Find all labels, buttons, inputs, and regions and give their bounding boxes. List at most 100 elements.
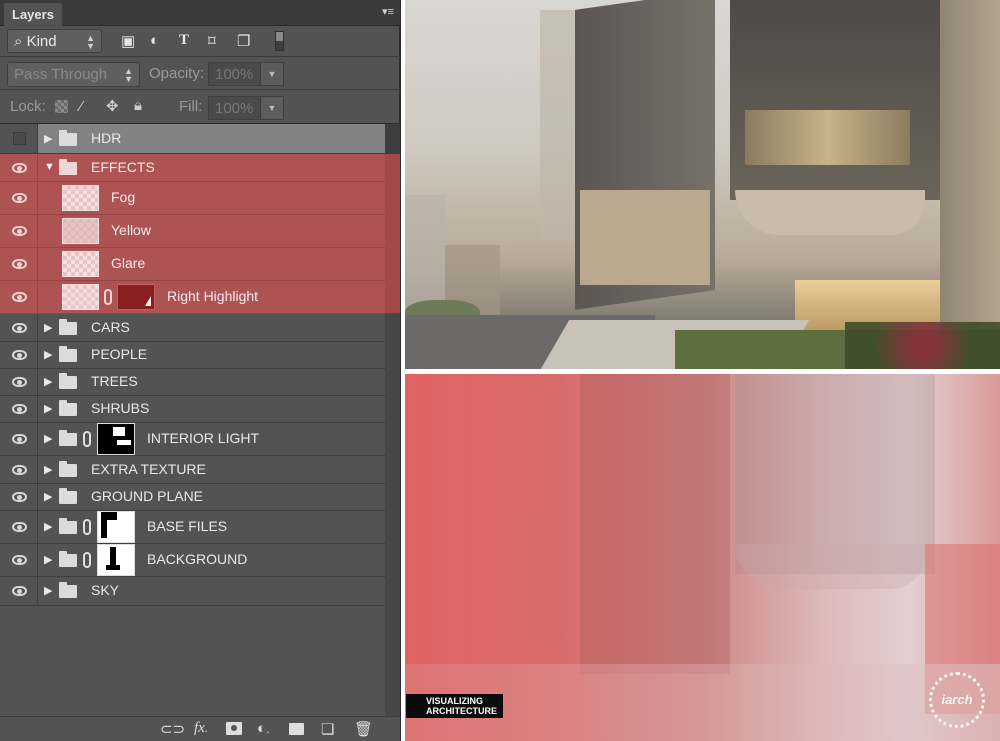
blend-mode-select[interactable]: Pass Through ▲ ▼ <box>7 62 140 87</box>
expand-arrow-icon[interactable]: ▶ <box>44 432 52 445</box>
lock-all-icon[interactable]: 🔒︎ <box>134 97 142 114</box>
layer-mask-thumbnail[interactable] <box>97 423 135 455</box>
right-building <box>940 0 1000 330</box>
visibility-toggle[interactable] <box>0 577 38 605</box>
layer-row-hdr[interactable]: ▶ HDR <box>0 124 385 154</box>
visibility-toggle[interactable] <box>0 423 38 455</box>
collapse-arrow-icon[interactable]: ▼ <box>44 161 55 173</box>
filter-toggle-switch[interactable] <box>275 31 284 51</box>
opacity-dropdown-button[interactable]: ▼ <box>260 62 284 86</box>
layer-row-fog[interactable]: Fog <box>0 182 385 215</box>
expand-arrow-icon[interactable]: ▶ <box>44 490 52 503</box>
toggle-knob <box>276 32 283 41</box>
fill-dropdown-button[interactable]: ▼ <box>260 96 284 120</box>
layer-row-right-highlight[interactable]: Right Highlight <box>0 281 385 314</box>
lock-transparency-icon[interactable] <box>55 100 68 113</box>
layer-name: Yellow <box>111 222 151 238</box>
layer-row-extra-texture[interactable]: ▶ EXTRA TEXTURE <box>0 456 385 484</box>
panel-menu-icon[interactable]: ▾≡ <box>382 5 394 18</box>
layer-row-base-files[interactable]: ▶ BASE FILES <box>0 511 385 544</box>
expand-arrow-icon[interactable]: ▶ <box>44 132 52 145</box>
expand-arrow-icon[interactable]: ▶ <box>44 321 52 334</box>
expand-arrow-icon[interactable]: ▶ <box>44 402 52 415</box>
blend-mode-value: Pass Through <box>14 66 108 83</box>
lock-position-move-icon[interactable]: ✥ <box>106 97 119 115</box>
filter-kind-select[interactable]: ⌕ Kind ▲ ▼ <box>7 29 102 53</box>
expand-arrow-icon[interactable]: ▶ <box>44 553 52 566</box>
layer-name: Right Highlight <box>167 288 259 304</box>
layer-row-background[interactable]: ▶ BACKGROUND <box>0 544 385 577</box>
folder-icon <box>59 460 77 477</box>
image-filter-icon[interactable]: ▣ <box>121 32 135 50</box>
folder-icon <box>59 400 77 416</box>
eye-icon <box>12 162 27 173</box>
layer-row-shrubs[interactable]: ▶ SHRUBS <box>0 396 385 423</box>
hidden-checkbox-icon <box>13 131 26 145</box>
tab-layers[interactable]: Layers <box>4 3 62 26</box>
visibility-toggle[interactable] <box>0 484 38 510</box>
visibility-toggle[interactable] <box>0 456 38 483</box>
eye-icon <box>12 404 27 414</box>
layer-row-trees[interactable]: ▶ TREES <box>0 369 385 396</box>
link-layers-icon[interactable]: ⊂⊃ <box>160 720 185 738</box>
layers-panel-footer: ⊂⊃ fx. ◐. ❏ 🗑︎ <box>0 716 400 741</box>
smart-object-filter-icon[interactable]: ❐ <box>237 32 250 50</box>
scrollbar-track[interactable] <box>385 313 400 718</box>
folder-icon <box>59 346 77 362</box>
layer-mask-thumbnail[interactable] <box>97 511 135 543</box>
layer-row-yellow[interactable]: Yellow <box>0 215 385 248</box>
visibility-toggle[interactable] <box>0 248 38 280</box>
opacity-input[interactable]: 100% <box>208 62 268 86</box>
layer-mask-thumbnail[interactable] <box>97 544 135 576</box>
fill-input[interactable]: 100% <box>208 96 268 120</box>
layer-row-people[interactable]: ▶ PEOPLE <box>0 342 385 369</box>
expand-arrow-icon[interactable]: ▶ <box>44 463 52 476</box>
layer-row-cars[interactable]: ▶ CARS <box>0 314 385 342</box>
type-filter-icon[interactable]: T <box>179 32 189 49</box>
new-adjustment-layer-icon[interactable]: ◐. <box>257 720 270 737</box>
layer-mask-thumbnail[interactable] <box>117 284 155 310</box>
add-mask-icon[interactable] <box>226 722 242 735</box>
fx-icon[interactable]: fx. <box>194 720 208 737</box>
shape-filter-icon[interactable]: ⌑ <box>208 32 216 50</box>
visibility-toggle[interactable] <box>0 215 38 247</box>
expand-arrow-icon[interactable]: ▶ <box>44 348 52 361</box>
right-tower <box>730 0 940 200</box>
link-chain-icon[interactable] <box>83 431 91 447</box>
layer-row-ground-plane[interactable]: ▶ GROUND PLANE <box>0 484 385 511</box>
layer-row-glare[interactable]: Glare <box>0 248 385 281</box>
adjustment-filter-icon[interactable]: ◐ <box>150 32 159 49</box>
expand-arrow-icon[interactable]: ▶ <box>44 584 52 597</box>
expand-arrow-icon[interactable]: ▶ <box>44 375 52 388</box>
layer-name: INTERIOR LIGHT <box>147 430 260 446</box>
layer-row-effects[interactable]: ▼ EFFECTS <box>0 154 385 182</box>
lock-pixels-brush-icon[interactable]: ⁄ <box>80 98 83 115</box>
new-group-folder-icon[interactable] <box>289 723 304 735</box>
link-chain-icon[interactable] <box>104 289 112 305</box>
new-layer-icon[interactable]: ❏ <box>321 720 334 738</box>
visibility-toggle[interactable] <box>0 154 38 181</box>
layer-name: GROUND PLANE <box>91 488 204 504</box>
folder-icon <box>59 518 77 534</box>
layer-name: PEOPLE <box>91 346 148 362</box>
link-chain-icon[interactable] <box>83 519 91 535</box>
visibility-toggle[interactable] <box>0 124 38 153</box>
layer-row-sky[interactable]: ▶ SKY <box>0 577 385 606</box>
delete-layer-trash-icon[interactable]: 🗑︎ <box>354 720 373 738</box>
visibility-toggle[interactable] <box>0 182 38 214</box>
eye-icon <box>12 226 27 236</box>
visibility-toggle[interactable] <box>0 314 38 341</box>
visibility-toggle[interactable] <box>0 342 38 368</box>
scrollbar-track-top[interactable] <box>385 124 400 154</box>
link-chain-icon[interactable] <box>83 552 91 568</box>
visibility-toggle[interactable] <box>0 369 38 395</box>
filter-row: ⌕ Kind ▲ ▼ ▣ ◐ T ⌑ ❐ <box>0 26 400 57</box>
visibility-toggle[interactable] <box>0 544 38 576</box>
visibility-toggle[interactable] <box>0 511 38 543</box>
visibility-toggle[interactable] <box>0 281 38 313</box>
layer-name: HDR <box>91 129 122 146</box>
layer-row-interior-light[interactable]: ▶ INTERIOR LIGHT <box>0 423 385 456</box>
layer-thumbnail <box>62 218 99 244</box>
expand-arrow-icon[interactable]: ▶ <box>44 520 52 533</box>
visibility-toggle[interactable] <box>0 396 38 422</box>
